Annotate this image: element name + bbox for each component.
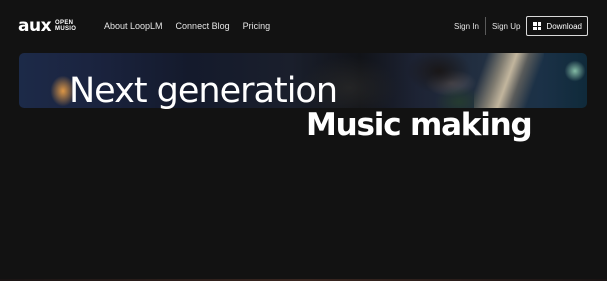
sign-in-link[interactable]: Sign In bbox=[454, 22, 479, 31]
nav-divider bbox=[484, 17, 486, 35]
hero-headline-line2: Music making bbox=[306, 107, 533, 143]
download-button-label: Download bbox=[546, 21, 582, 31]
sign-up-link[interactable]: Sign Up bbox=[492, 22, 520, 31]
nav-connect-blog[interactable]: Connect Blog bbox=[176, 21, 230, 31]
hero-headline-line1: Next generation bbox=[69, 71, 338, 111]
logo-mark: aux bbox=[18, 16, 52, 36]
nav-about-looplm[interactable]: About LoopLM bbox=[104, 21, 163, 31]
banner-hair-highlight bbox=[474, 53, 544, 108]
logo-subtitle-line2: MUSIO bbox=[55, 26, 77, 32]
brand-logo[interactable]: aux OPEN MUSIO bbox=[18, 17, 76, 35]
nav-pricing[interactable]: Pricing bbox=[243, 21, 271, 31]
site-header: aux OPEN MUSIO About LoopLM Connect Blog… bbox=[0, 0, 607, 52]
account-nav: Sign In Sign Up Download bbox=[454, 16, 588, 36]
download-button[interactable]: Download bbox=[526, 16, 588, 36]
windows-icon bbox=[533, 22, 542, 30]
logo-subtitle: OPEN MUSIO bbox=[55, 20, 76, 32]
main-nav: About LoopLM Connect Blog Pricing bbox=[104, 21, 270, 31]
